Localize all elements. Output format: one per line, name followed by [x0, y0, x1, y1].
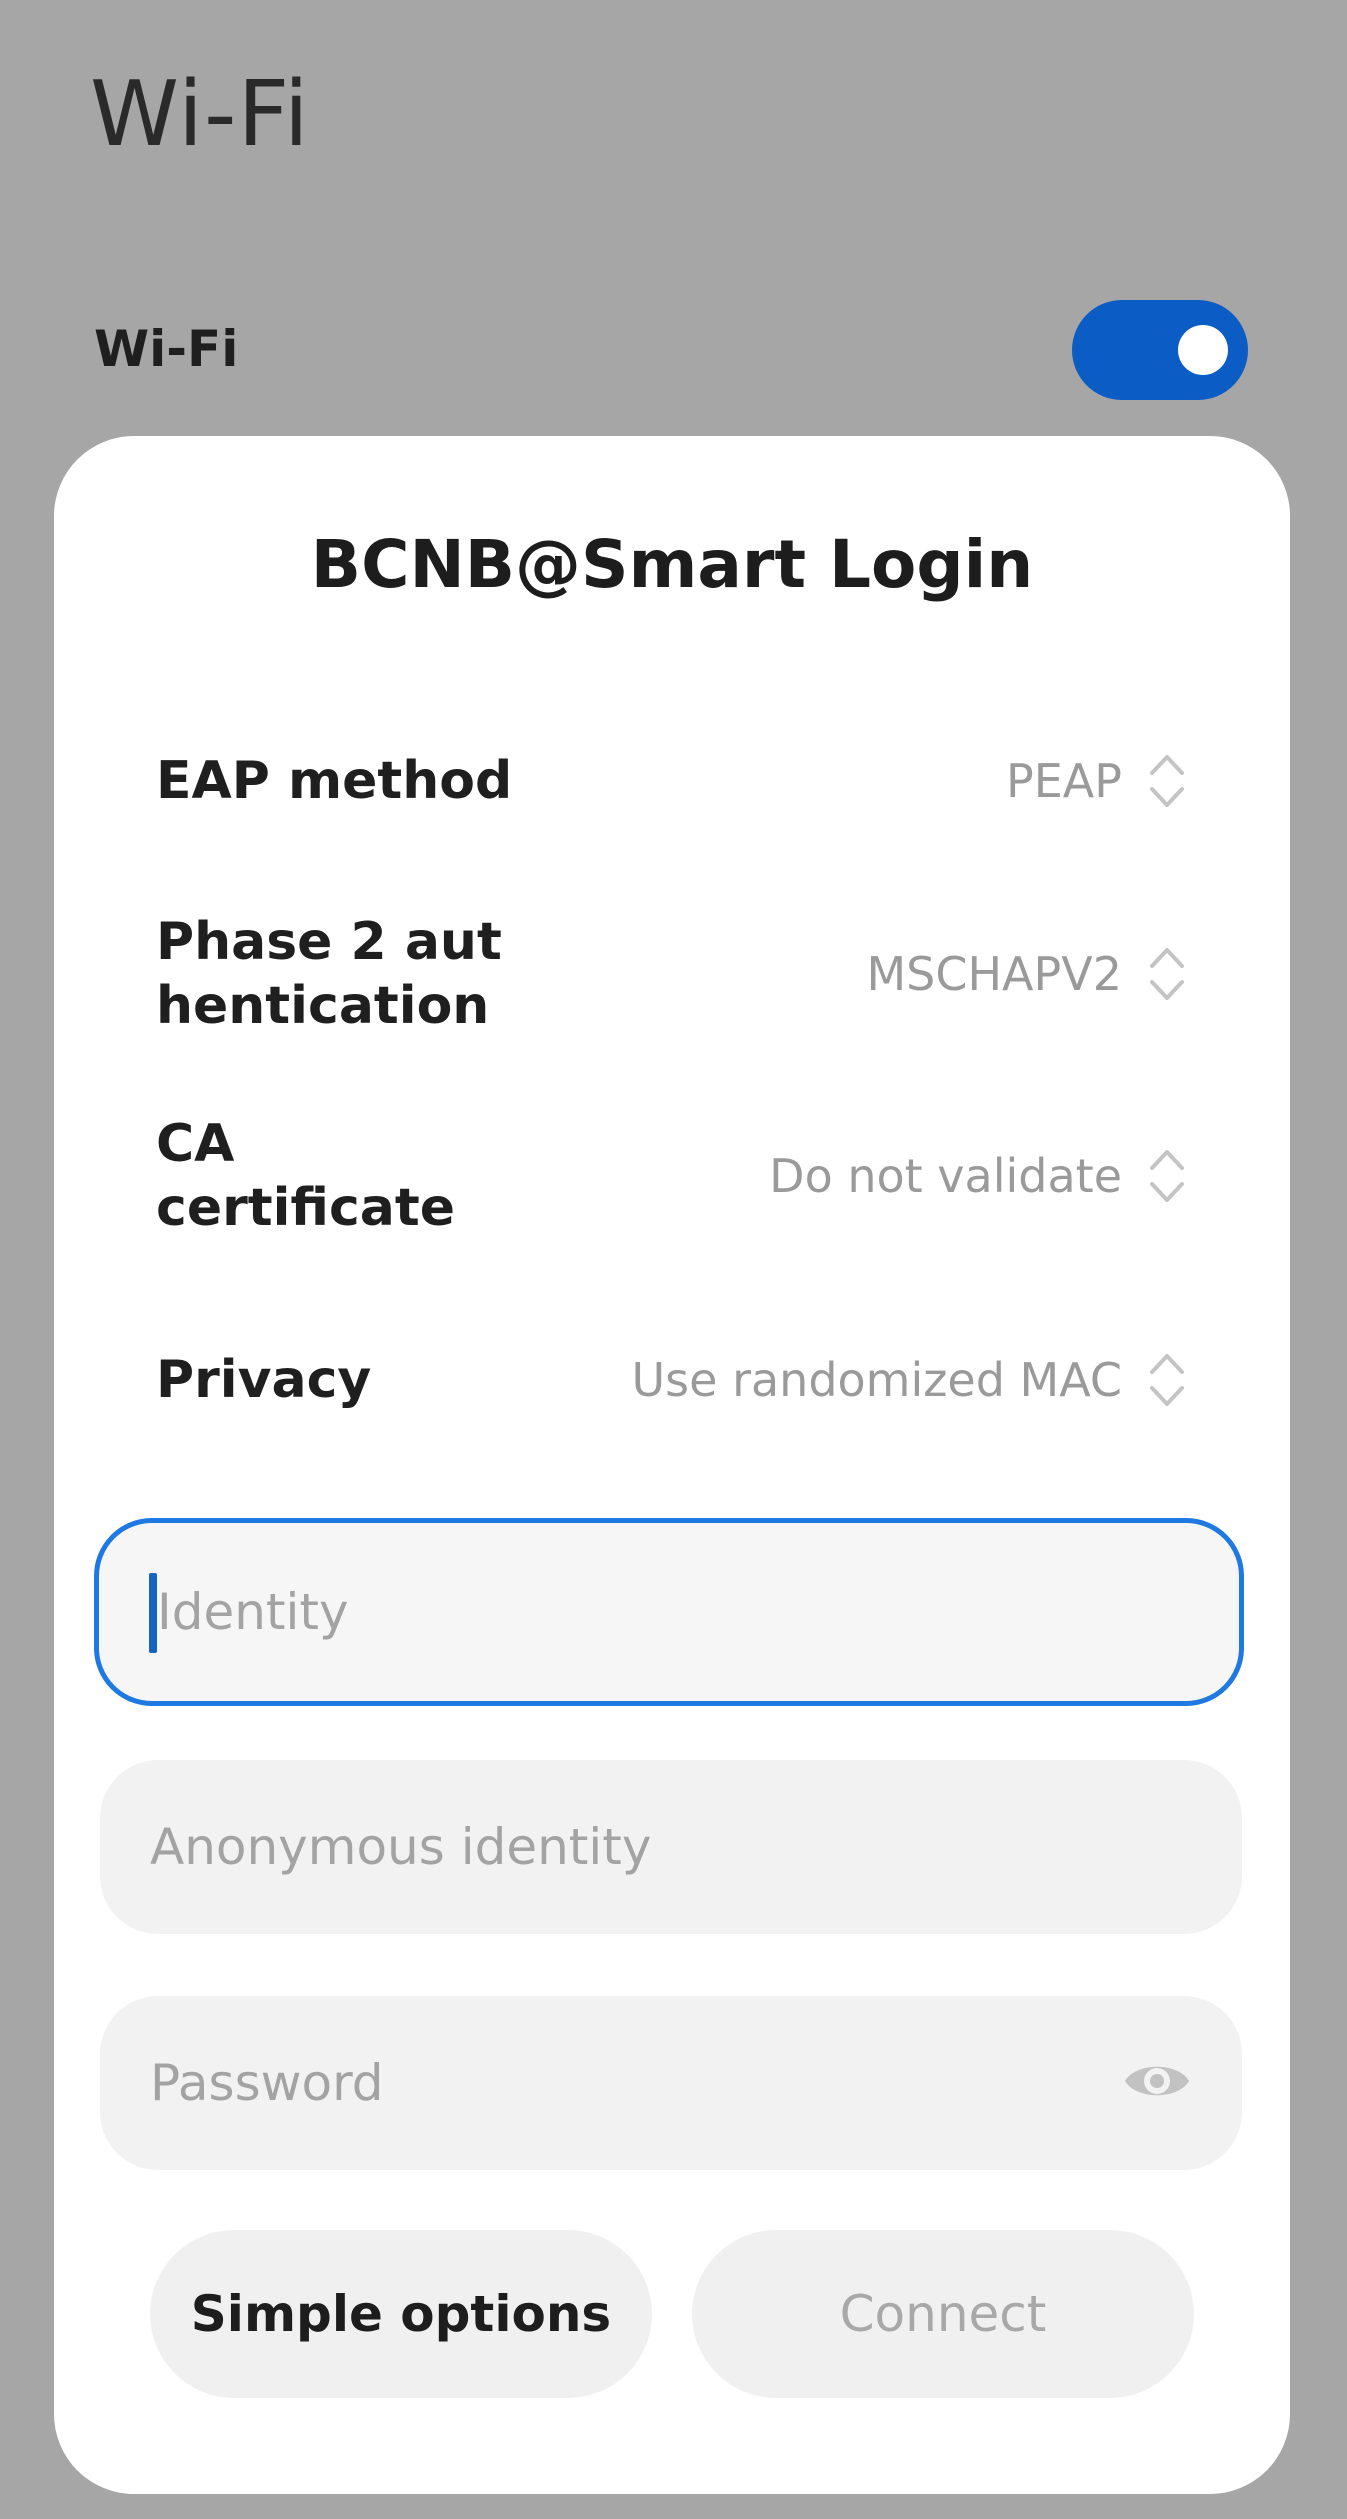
toggle-knob [1178, 325, 1228, 375]
up-down-chevron-icon [1148, 943, 1186, 1005]
up-down-chevron-icon [1148, 1145, 1186, 1207]
setting-value-selector[interactable]: PEAP [1006, 750, 1186, 812]
setting-value: Use randomized MAC [631, 1353, 1122, 1407]
dialog-title: BCNB@Smart Login [310, 526, 1034, 603]
setting-eap-method[interactable]: EAP method PEAP [156, 736, 1186, 826]
identity-input[interactable]: Identity [94, 1518, 1244, 1706]
anonymous-identity-placeholder: Anonymous identity [150, 1818, 652, 1876]
page-title: Wi-Fi [90, 62, 310, 167]
setting-value: Do not validate [769, 1149, 1122, 1203]
setting-value-selector[interactable]: Do not validate [769, 1145, 1186, 1207]
setting-label: EAP method [156, 751, 513, 811]
setting-value-selector[interactable]: Use randomized MAC [632, 1349, 1186, 1411]
wifi-label: Wi-Fi [94, 320, 239, 378]
up-down-chevron-icon [1148, 1349, 1186, 1411]
wifi-toggle[interactable] [1072, 300, 1248, 400]
setting-privacy[interactable]: Privacy Use randomized MAC [156, 1335, 1186, 1425]
connect-button[interactable]: Connect [692, 2230, 1194, 2398]
password-placeholder: Password [150, 2054, 384, 2112]
text-caret [149, 1573, 157, 1653]
password-input[interactable]: Password [100, 1996, 1242, 2170]
simple-options-button[interactable]: Simple options [150, 2230, 652, 2398]
setting-label: Phase 2 aut hentication [156, 912, 502, 1036]
setting-value: PEAP [1005, 754, 1122, 808]
up-down-chevron-icon [1148, 750, 1186, 812]
setting-label: CA certificate [156, 1114, 455, 1238]
setting-phase2-authentication[interactable]: Phase 2 aut hentication MSCHAPV2 [156, 906, 1186, 1042]
setting-label: Privacy [156, 1350, 372, 1410]
anonymous-identity-input[interactable]: Anonymous identity [100, 1760, 1242, 1934]
setting-value-selector[interactable]: MSCHAPV2 [866, 943, 1186, 1005]
setting-ca-certificate[interactable]: CA certificate Do not validate [156, 1108, 1186, 1244]
eye-icon[interactable] [1122, 2056, 1192, 2110]
identity-placeholder: Identity [157, 1583, 349, 1641]
wifi-login-dialog: BCNB@Smart Login EAP method PEAP Phase 2… [54, 436, 1290, 2494]
setting-value: MSCHAPV2 [866, 947, 1122, 1001]
